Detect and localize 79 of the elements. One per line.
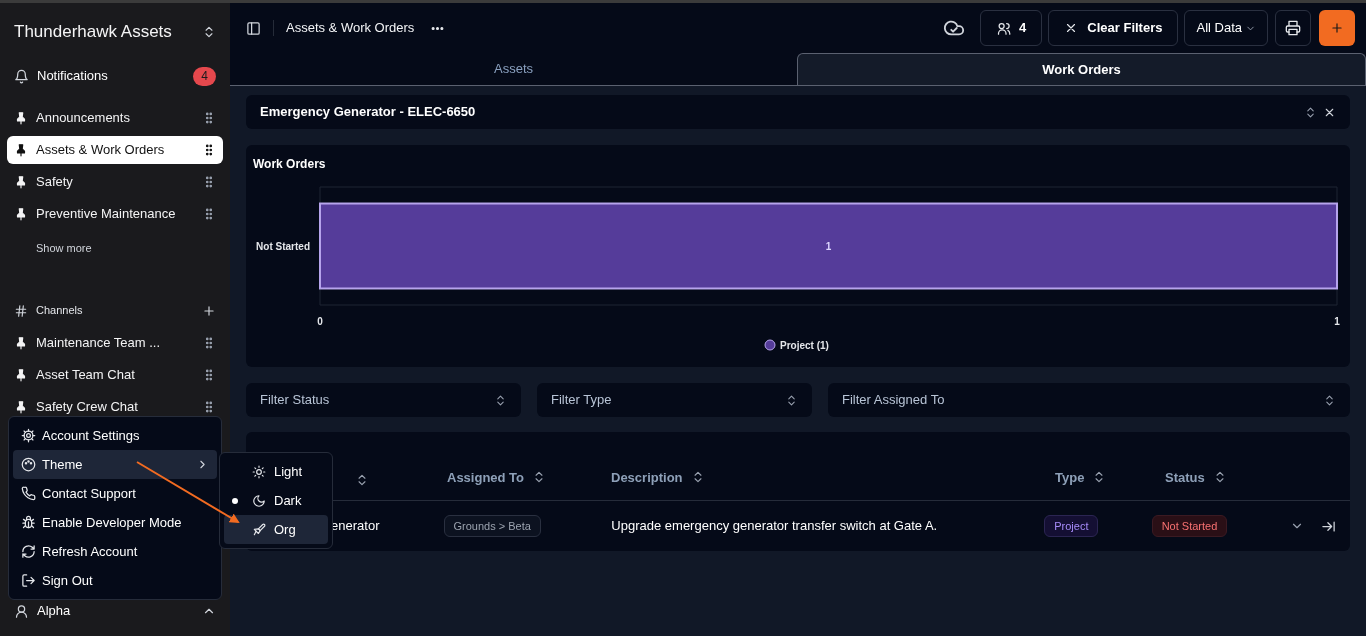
data-label: 1 (825, 241, 832, 252)
asset-title: Emergency Generator - ELEC-6650 (260, 103, 477, 122)
status-badge: Not Started (1151, 514, 1228, 538)
tab[interactable]: Assets (230, 53, 797, 85)
sidebar-item[interactable]: Announcements (7, 104, 223, 132)
add-button[interactable] (1319, 10, 1355, 46)
pin-icon (14, 111, 28, 125)
menu-item[interactable]: Enable Developer Mode (13, 508, 217, 537)
clear-filters-button[interactable]: Clear Filters (1048, 10, 1179, 46)
sidebar-item[interactable]: Asset Team Chat (7, 360, 223, 389)
hash-icon (14, 303, 28, 318)
pin-icon (14, 207, 28, 221)
chart-title: Work Orders (252, 156, 327, 173)
moon-icon (252, 493, 266, 508)
refresh-icon (21, 544, 36, 559)
gear-icon (21, 428, 36, 443)
menu-item[interactable]: Refresh Account (13, 537, 217, 566)
filter-dropdown[interactable]: Filter Assigned To (828, 383, 1350, 417)
sidebar-toggle-icon[interactable] (246, 20, 261, 36)
brush-icon (252, 522, 266, 537)
menu-item[interactable]: Theme (13, 450, 217, 479)
theme-option[interactable]: Dark (224, 486, 328, 515)
phone-icon (21, 486, 36, 501)
category-label: Not Started (256, 241, 310, 252)
theme-option[interactable]: Light (224, 457, 328, 486)
workspace-name: Thunderhawk Assets (14, 21, 172, 44)
chevrons-up-down-icon (1323, 393, 1336, 407)
sidebar-item[interactable]: Maintenance Team ... (7, 328, 223, 357)
sign-out-icon (21, 573, 36, 588)
show-more-link[interactable]: Show more (36, 240, 92, 257)
legend-item[interactable]: Project (1) (764, 339, 829, 351)
axis-tick-label: 1 (1334, 316, 1340, 327)
pin-icon (14, 175, 28, 189)
table-cell-text: enerator (331, 517, 380, 536)
column-header[interactable]: Description (611, 467, 683, 487)
column-header[interactable]: Assigned To (447, 467, 525, 487)
users-icon (996, 20, 1012, 36)
bell-icon (14, 68, 29, 84)
column-header[interactable]: Status (1165, 467, 1205, 487)
assignee-tag: Grounds > Beta (443, 514, 541, 538)
user-icon (14, 603, 29, 619)
axis-tick-label: 0 (317, 316, 323, 327)
plus-icon[interactable] (202, 303, 216, 318)
user-menu-trigger[interactable]: Alpha (7, 594, 223, 628)
filter-dropdown[interactable]: Filter Type (537, 383, 812, 417)
chevrons-up-down-icon[interactable] (1304, 105, 1317, 119)
plus-icon (1330, 21, 1344, 35)
bar[interactable] (319, 202, 1338, 290)
column-header[interactable]: Type (1055, 467, 1085, 487)
menu-item[interactable]: Sign Out (13, 566, 217, 595)
chevrons-up-down-icon (494, 393, 507, 407)
sidebar-item[interactable]: Safety Crew Chat (7, 392, 223, 421)
menu-item[interactable]: Account Settings (13, 421, 217, 450)
pin-icon (14, 143, 28, 157)
collaborators-button[interactable]: 4 (980, 10, 1043, 46)
bug-icon (21, 515, 36, 530)
page-title: Assets & Work Orders (286, 19, 415, 38)
sidebar-item[interactable]: Preventive Maintenance (7, 200, 223, 228)
section-label: Channels (36, 303, 83, 319)
type-badge: Project (1044, 514, 1099, 538)
pin-icon (14, 399, 28, 414)
notification-count-badge: 4 (193, 66, 216, 86)
sidebar-item[interactable]: Safety (7, 168, 223, 196)
print-button[interactable] (1275, 10, 1311, 46)
printer-icon (1285, 20, 1301, 36)
sidebar-item[interactable]: Assets & Work Orders (7, 136, 223, 164)
table-cell: Upgrade emergency generator transfer switch at Gate A. (611, 518, 938, 534)
pin-icon (14, 367, 28, 382)
menu-item[interactable]: Contact Support (13, 479, 217, 508)
pin-icon (14, 335, 28, 350)
chevrons-up-down-icon (785, 393, 798, 407)
filter-dropdown[interactable]: Filter Status (246, 383, 521, 417)
sun-icon (252, 464, 266, 479)
data-scope-dropdown[interactable]: All Data (1184, 10, 1268, 46)
tab[interactable]: Work Orders (797, 53, 1366, 85)
notifications-item[interactable]: Notifications 4 (7, 61, 223, 91)
legend-label: Project (1) (780, 340, 829, 351)
palette-icon (21, 457, 36, 472)
theme-option[interactable]: Org (224, 515, 328, 544)
